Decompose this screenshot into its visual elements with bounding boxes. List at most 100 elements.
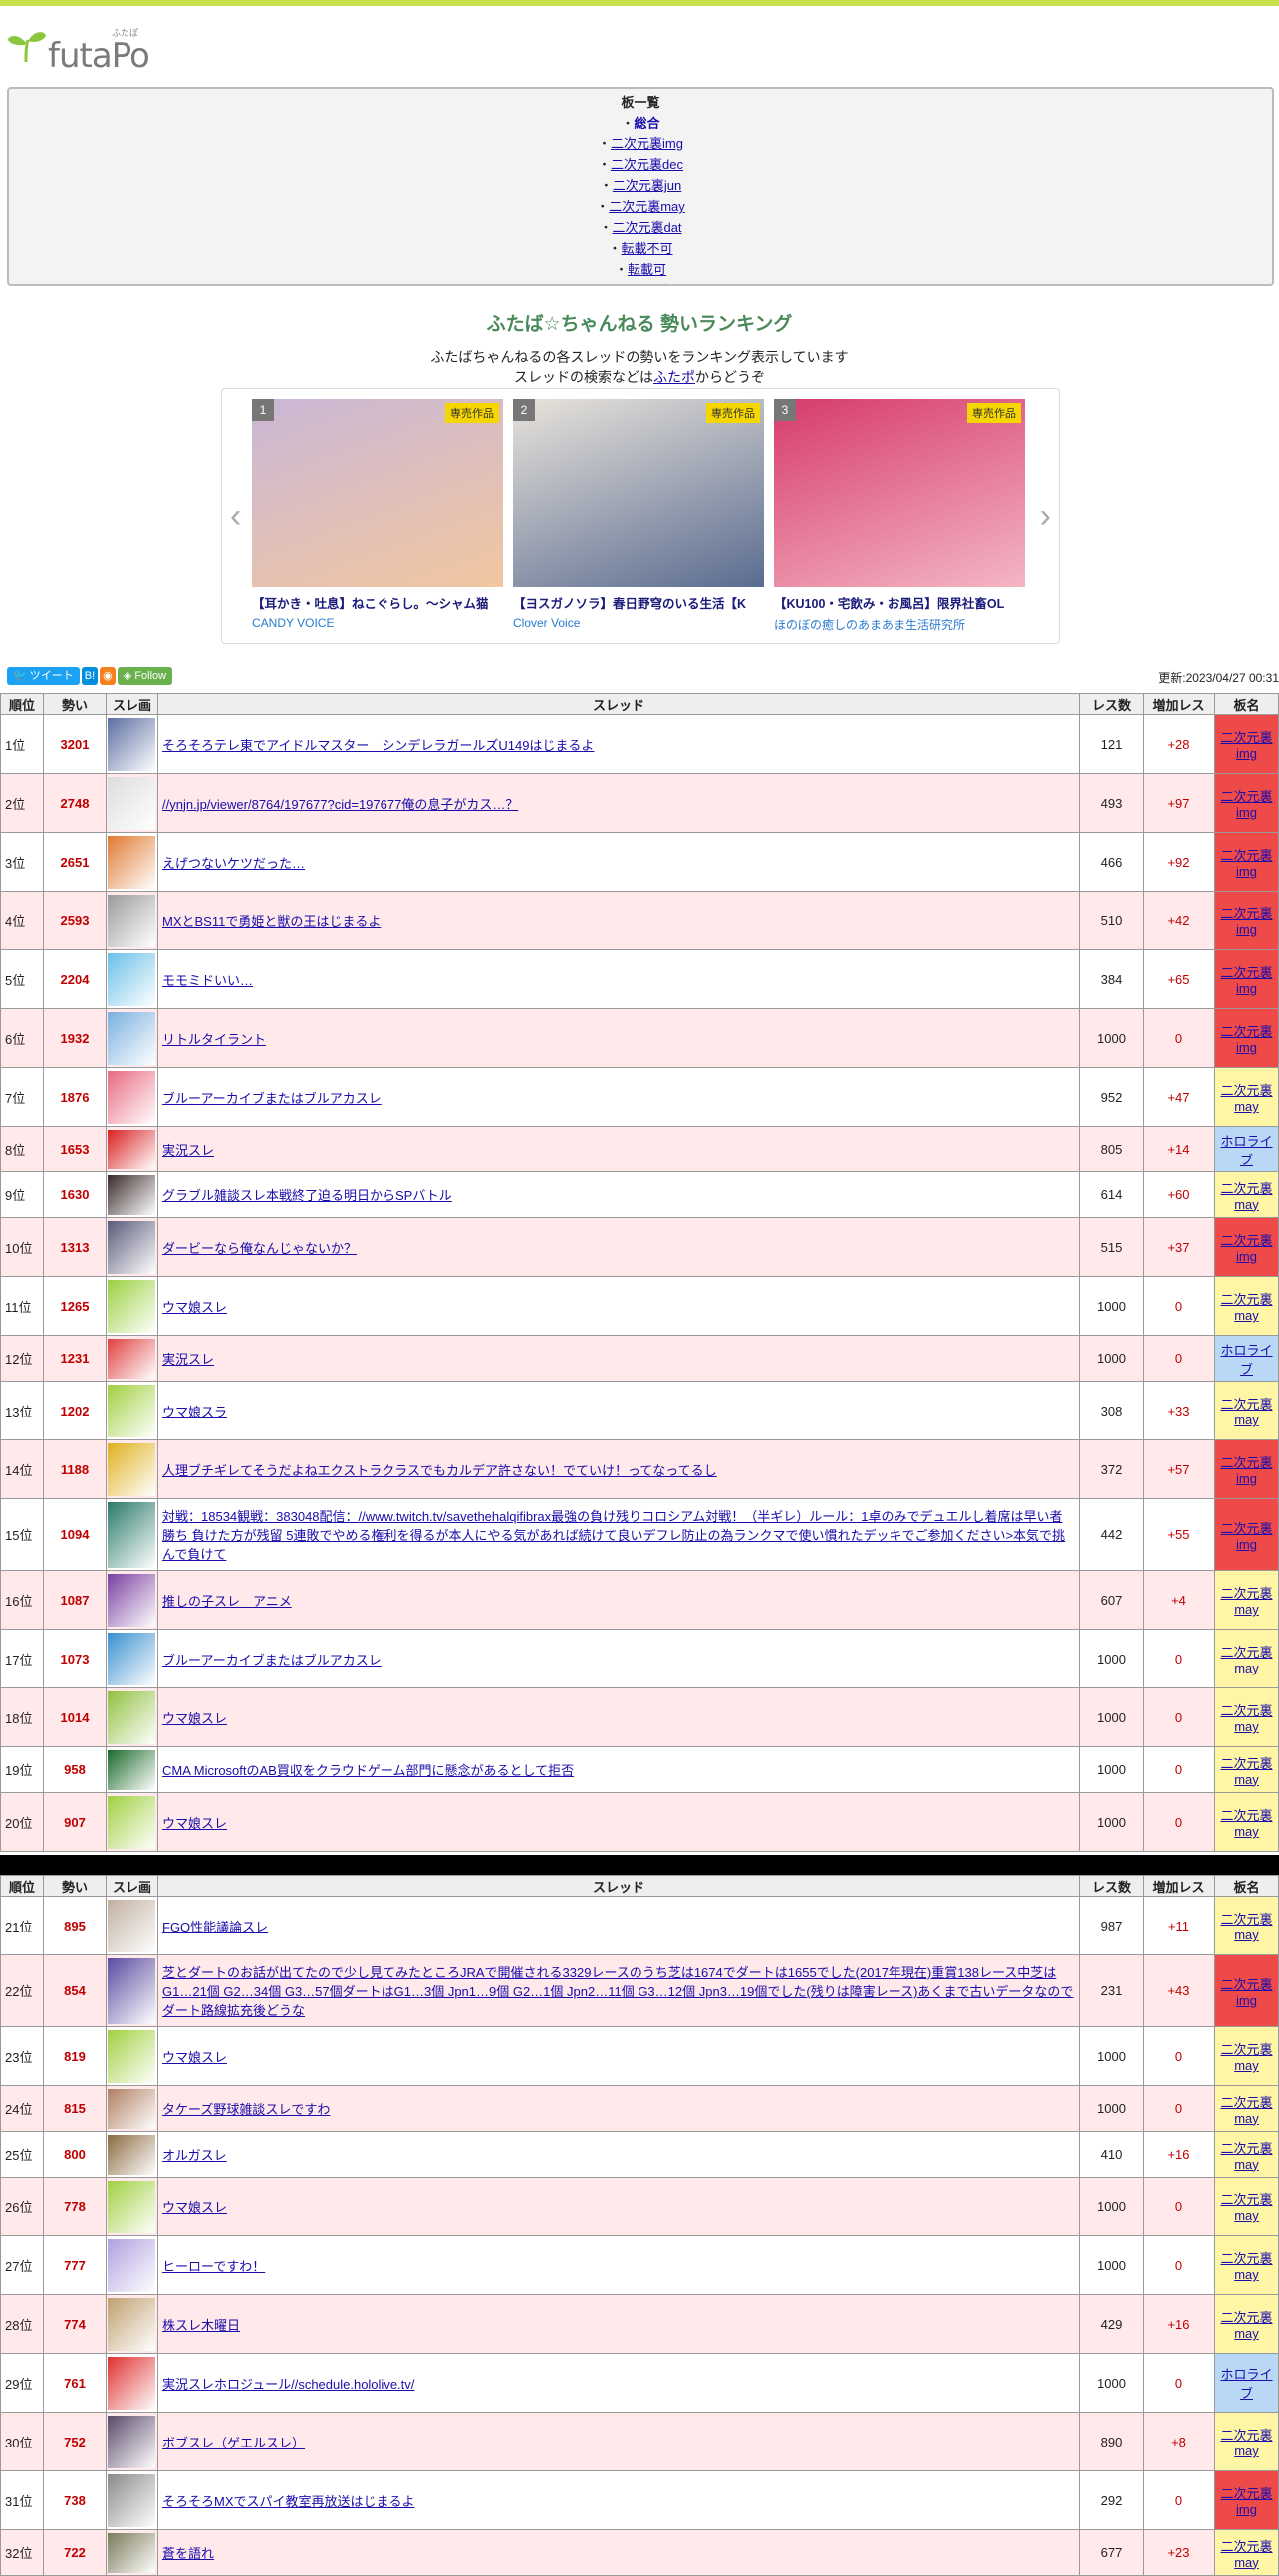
carousel-prev-arrow[interactable]: ‹ <box>230 497 241 536</box>
board-name-link[interactable]: 二次元裏 img <box>1220 2486 1272 2517</box>
thread-link[interactable]: 実況スレ <box>162 1143 214 1158</box>
thread-link[interactable]: ブルーアーカイブまたはブルアカスレ <box>162 1091 382 1106</box>
thumbnail-cell[interactable] <box>106 1381 158 1440</box>
hatena-bookmark-button[interactable]: B! <box>81 667 99 685</box>
board-name-link[interactable]: 二次元裏 may <box>1220 2141 1272 2172</box>
thread-thumbnail[interactable] <box>108 776 155 830</box>
thread-thumbnail[interactable] <box>108 2297 155 2351</box>
thumbnail-cell[interactable] <box>106 714 158 774</box>
board-link[interactable]: 二次元裏img <box>611 136 683 151</box>
thread-thumbnail[interactable] <box>108 1749 155 1790</box>
board-link[interactable]: 転載可 <box>628 262 666 277</box>
thread-link[interactable]: 実況スレ <box>162 1352 214 1367</box>
board-link[interactable]: 二次元裏 <box>622 283 673 284</box>
board-name-link[interactable]: 二次元裏 may <box>1220 2042 1272 2073</box>
carousel-next-arrow[interactable]: › <box>1040 497 1051 536</box>
carousel-item-circle[interactable]: CANDY VOICE <box>252 616 503 630</box>
board-name-link[interactable]: 二次元裏 img <box>1220 965 1272 996</box>
thread-thumbnail[interactable] <box>108 1384 155 1437</box>
board-link[interactable]: 総合 <box>635 116 660 130</box>
board-name-link[interactable]: 二次元裏 img <box>1220 1233 1272 1264</box>
thumbnail-cell[interactable] <box>106 832 158 892</box>
thumbnail-cell[interactable] <box>106 1126 158 1172</box>
thumbnail-cell[interactable] <box>106 1171 158 1218</box>
thumbnail-cell[interactable] <box>106 2529 158 2576</box>
thread-link[interactable]: リトルタイラント <box>162 1032 266 1047</box>
thread-link[interactable]: 対戦：18534観戦：383048配信：//www.twitch.tv/save… <box>162 1509 1065 1562</box>
thumbnail-cell[interactable] <box>106 2177 158 2236</box>
board-name-link[interactable]: 二次元裏 may <box>1220 2310 1272 2341</box>
thread-thumbnail[interactable] <box>108 1632 155 1685</box>
board-name-link[interactable]: 二次元裏 may <box>1220 1756 1272 1787</box>
rss-icon[interactable]: ◉ <box>100 667 116 685</box>
thumbnail-cell[interactable] <box>106 1954 158 2027</box>
board-name-link[interactable]: 二次元裏 img <box>1220 848 1272 879</box>
thread-thumbnail[interactable] <box>108 2415 155 2468</box>
thumbnail-cell[interactable] <box>106 2235 158 2295</box>
thread-link[interactable]: ボブスレ（ゲエルスレ） <box>162 2436 305 2450</box>
board-name-link[interactable]: 二次元裏 may <box>1220 2428 1272 2458</box>
carousel-item-image[interactable]: 1 専売作品 <box>252 399 503 587</box>
thread-link[interactable]: ウマ娘スレ <box>162 2200 227 2215</box>
board-name-link[interactable]: 二次元裏 may <box>1220 1181 1272 1212</box>
thread-link[interactable]: ウマ娘スレ <box>162 1300 227 1315</box>
thread-link[interactable]: 人理ブチギレてそうだよねエクストラクラスでもカルデア許さない！でていけ！ってなっ… <box>162 1463 717 1478</box>
board-name-link[interactable]: 二次元裏 may <box>1220 2095 1272 2126</box>
thread-link[interactable]: 蒼を語れ <box>162 2546 214 2561</box>
thumbnail-cell[interactable] <box>106 1498 158 1571</box>
thumbnail-cell[interactable] <box>106 773 158 833</box>
thumbnail-cell[interactable] <box>106 1896 158 1955</box>
board-name-link[interactable]: 二次元裏 may <box>1220 2192 1272 2223</box>
thumbnail-cell[interactable] <box>106 1570 158 1630</box>
thread-thumbnail[interactable] <box>108 1338 155 1379</box>
thumbnail-cell[interactable] <box>106 1792 158 1852</box>
thread-link[interactable]: ウマ娘スレ <box>162 1816 227 1831</box>
carousel-item-title[interactable]: 【ヨスガノソラ】春日野穹のいる生活【K <box>513 593 764 612</box>
thread-link[interactable]: えげつないケツだった… <box>162 856 305 871</box>
board-link[interactable]: 二次元裏may <box>609 199 685 214</box>
thumbnail-cell[interactable] <box>106 1629 158 1688</box>
thread-link[interactable]: ウマ娘スラ <box>162 1405 227 1419</box>
board-name-link[interactable]: 二次元裏 may <box>1220 1586 1272 1617</box>
board-name-link[interactable]: 二次元裏 may <box>1220 1397 1272 1427</box>
board-link[interactable]: 二次元裏dec <box>611 157 683 172</box>
thumbnail-cell[interactable] <box>106 2085 158 2132</box>
board-name-link[interactable]: 二次元裏 img <box>1220 1455 1272 1486</box>
thread-thumbnail[interactable] <box>108 2356 155 2410</box>
thread-thumbnail[interactable] <box>108 1220 155 1274</box>
board-name-link[interactable]: 二次元裏 may <box>1220 1703 1272 1734</box>
tweet-button[interactable]: 🐦 ツイート <box>7 667 80 685</box>
thread-thumbnail[interactable] <box>108 1129 155 1169</box>
thumbnail-cell[interactable] <box>106 1008 158 1068</box>
thread-link[interactable]: ヒーローですわ！ <box>162 2259 265 2274</box>
thumbnail-cell[interactable] <box>106 1217 158 1277</box>
thread-link[interactable]: 芝とダートのお話が出てたので少し見てみたところJRAで開催される3329レースの… <box>162 1965 1073 2018</box>
thumbnail-cell[interactable] <box>106 2026 158 2086</box>
site-logo[interactable]: futaPo ふたぽ <box>0 6 1279 84</box>
carousel-item-circle[interactable]: Clover Voice <box>513 616 764 630</box>
thread-thumbnail[interactable] <box>108 1573 155 1627</box>
thread-link[interactable]: //ynjn.jp/viewer/8764/197677?cid=197677俺… <box>162 797 518 812</box>
board-name-link[interactable]: 二次元裏 may <box>1220 2251 1272 2282</box>
thread-link[interactable]: グラブル雑談スレ本戦終了迫る明日からSPバトル <box>162 1188 452 1203</box>
thread-thumbnail[interactable] <box>108 1174 155 1215</box>
thumbnail-cell[interactable] <box>106 949 158 1009</box>
thread-thumbnail[interactable] <box>108 2180 155 2233</box>
carousel-item[interactable]: 2 専売作品 【ヨスガノソラ】春日野穹のいる生活【K Clover Voice <box>513 399 764 630</box>
thread-thumbnail[interactable] <box>108 1442 155 1496</box>
thread-link[interactable]: タケーズ野球雑談スレですわ <box>162 2102 330 2117</box>
thumbnail-cell[interactable] <box>106 1335 158 1382</box>
board-name-link[interactable]: 二次元裏 may <box>1220 1912 1272 1942</box>
board-name-link[interactable]: 二次元裏 may <box>1220 1083 1272 1114</box>
thread-link[interactable]: ブルーアーカイブまたはブルアカスレ <box>162 1653 382 1668</box>
board-name-link[interactable]: 二次元裏 img <box>1220 789 1272 820</box>
thread-link[interactable]: そろそろテレ東でアイドルマスター シンデレラガールズU149はじまるよ <box>162 738 594 753</box>
board-name-link[interactable]: ホロライブ <box>1220 1343 1272 1377</box>
futapo-link[interactable]: ふたポ <box>653 369 695 385</box>
board-name-link[interactable]: 二次元裏 img <box>1220 730 1272 761</box>
board-name-link[interactable]: 二次元裏 img <box>1220 1024 1272 1055</box>
thread-link[interactable]: MXとBS11で勇姫と獣の王はじまるよ <box>162 914 381 929</box>
thread-thumbnail[interactable] <box>108 1795 155 1849</box>
thumbnail-cell[interactable] <box>106 2412 158 2471</box>
thumbnail-cell[interactable] <box>106 2353 158 2413</box>
